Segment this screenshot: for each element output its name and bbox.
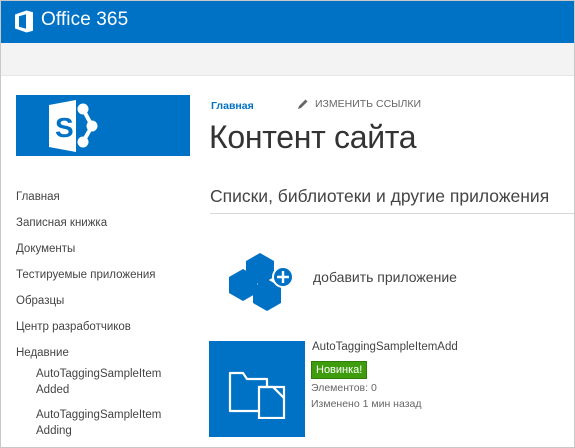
add-app-link[interactable]: добавить приложение [313,269,457,285]
suite-title[interactable]: Office 365 [41,9,128,31]
page-title: Контент сайта [209,119,417,155]
nav-item-documents[interactable]: Документы [16,240,196,266]
nav-item-developer-center[interactable]: Центр разработчиков [16,318,196,344]
nav-item-samples[interactable]: Образцы [16,292,196,318]
add-app-icon[interactable] [223,247,295,313]
left-nav: Главная Записная книжка Документы Тестир… [16,188,196,447]
nav-recent-item[interactable]: AutoTaggingSampleItem Added [16,366,166,398]
office-logo-icon[interactable] [14,10,34,33]
nav-recent-item[interactable]: AutoTaggingSampleItem Adding [16,407,166,439]
svg-text:S: S [55,112,74,143]
suite-bar: Office 365 [1,1,574,43]
app-name-link[interactable]: AutoTaggingSampleItemAdd [312,341,458,353]
site-logo[interactable]: S [16,95,190,156]
section-heading: Списки, библиотеки и другие приложения [210,186,550,206]
page-frame: Office 365 S Главная Записная книжка Док… [0,0,575,448]
nav-item-apps-in-testing[interactable]: Тестируемые приложения [16,266,196,292]
item-count: Элементов: 0 [311,382,377,394]
nav-item-recent[interactable]: Недавние [16,344,196,366]
edit-links-label: ИЗМЕНИТЬ ССЫЛКИ [315,98,422,110]
ribbon-bar [1,43,574,76]
section-divider [210,213,574,214]
pencil-icon [298,99,308,110]
folder-library-icon [228,371,286,419]
sharepoint-logo-icon: S [49,100,98,152]
nav-item-notebook[interactable]: Записная книжка [16,214,196,240]
nav-item-home[interactable]: Главная [16,188,196,214]
breadcrumb-home[interactable]: Главная [211,100,254,112]
edit-links-button[interactable]: ИЗМЕНИТЬ ССЫЛКИ [297,98,421,110]
app-tile[interactable] [209,341,305,437]
modified-time: Изменено 1 мин назад [311,398,422,410]
new-badge: Новинка! [311,361,368,379]
